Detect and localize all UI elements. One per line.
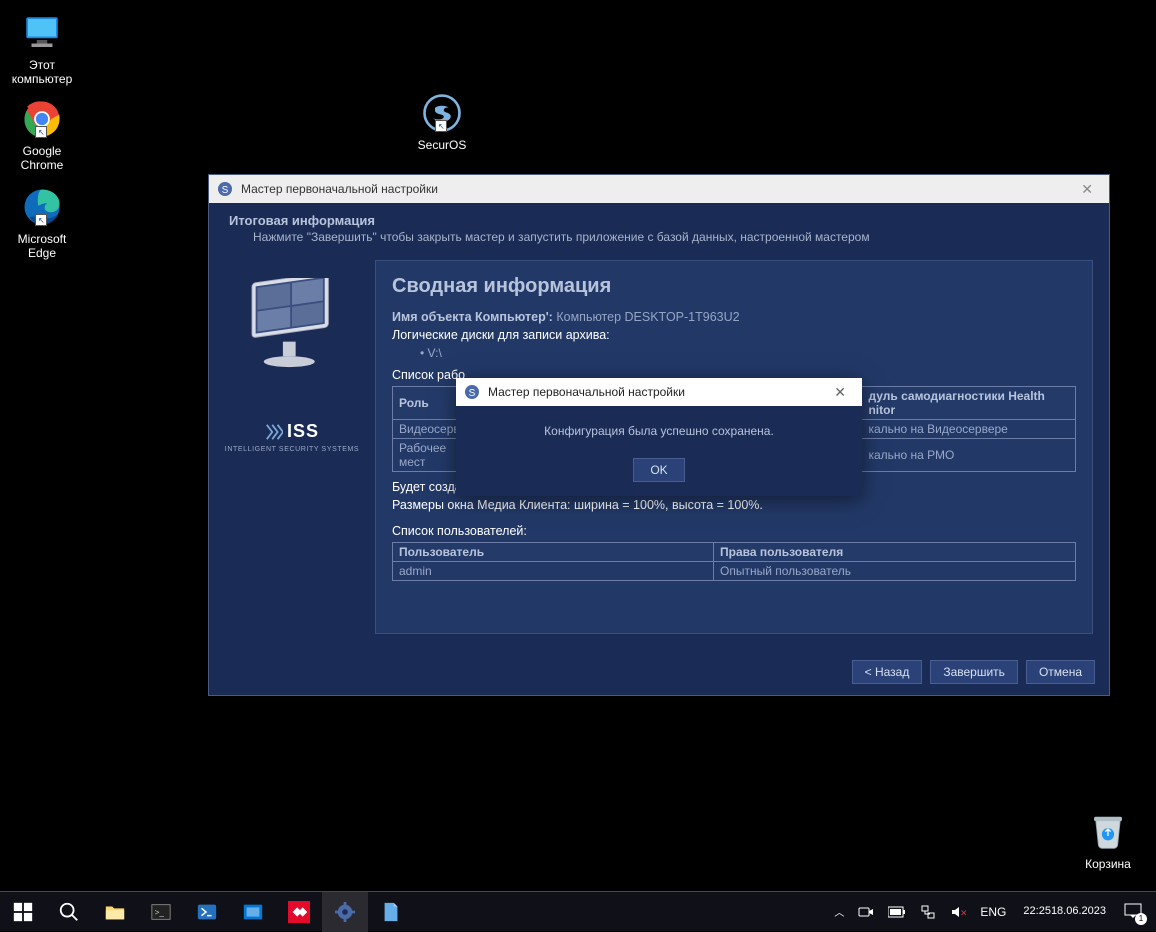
svg-text:>_: >_	[155, 907, 165, 916]
close-icon[interactable]: ✕	[826, 384, 854, 401]
taskbar-explorer[interactable]	[92, 892, 138, 932]
recycle-bin-icon	[1087, 808, 1129, 850]
search-button[interactable]	[46, 892, 92, 932]
taskbar-powershell[interactable]	[184, 892, 230, 932]
svg-text:S: S	[469, 388, 476, 399]
wizard-header-title: Итоговая информация	[229, 213, 1089, 228]
users-label: Список пользователей:	[392, 524, 1076, 538]
wizard-header-desc: Нажмите "Завершить" чтобы закрыть мастер…	[229, 230, 1089, 244]
icon-label: Корзина	[1070, 857, 1146, 871]
tray-meet-now[interactable]	[853, 892, 879, 932]
table-row: adminОпытный пользователь	[393, 562, 1076, 581]
taskbar-app-2[interactable]	[368, 892, 414, 932]
shortcut-arrow-icon	[35, 214, 47, 226]
chevron-up-icon: ︿	[834, 904, 844, 919]
wizard-header: Итоговая информация Нажмите "Завершить" …	[209, 203, 1109, 254]
icon-label: SecurOS	[404, 138, 480, 152]
taskbar-cmd[interactable]: >_	[138, 892, 184, 932]
dialog-message: Конфигурация была успешно сохранена.	[466, 424, 852, 438]
anydesk-icon	[288, 901, 310, 923]
terminal-icon: >_	[150, 901, 172, 923]
clock-date: 18.06.2023	[1051, 905, 1106, 918]
brand-tagline: INTELLIGENT SECURITY SYSTEMS	[209, 446, 375, 453]
folder-icon	[104, 901, 126, 923]
desktop-icon-this-pc[interactable]: Этоткомпьютер	[4, 12, 80, 86]
taskbar: >_ ︿ ✕ ENG 22:25 18.06.2023	[0, 891, 1156, 931]
document-icon	[380, 901, 402, 923]
search-icon	[58, 901, 80, 923]
desktop-icon-edge[interactable]: MicrosoftEdge	[4, 186, 80, 260]
icon-label: GoogleChrome	[4, 144, 80, 172]
network-icon	[920, 904, 936, 920]
media-client-note-2: Размеры окна Медиа Клиента: ширина = 100…	[392, 498, 1076, 512]
tray-volume[interactable]: ✕	[945, 892, 971, 932]
wizard-sidebar: ISS INTELLIGENT SECURITY SYSTEMS	[209, 254, 375, 634]
ok-button[interactable]: OK	[633, 458, 684, 482]
app-icon	[242, 901, 264, 923]
svg-text:S: S	[222, 185, 229, 196]
desktop-icon-chrome[interactable]: GoogleChrome	[4, 98, 80, 172]
monitor-illustration	[232, 278, 352, 378]
dialog-title: Мастер первоначальной настройки	[488, 385, 685, 399]
powershell-icon	[196, 901, 218, 923]
securos-icon	[421, 92, 463, 134]
svg-text:✕: ✕	[960, 908, 966, 918]
confirmation-dialog: S Мастер первоначальной настройки ✕ Конф…	[456, 378, 862, 496]
summary-title: Сводная информация	[392, 275, 1076, 298]
battery-icon	[888, 906, 906, 918]
desktop-icon-securos[interactable]: SecurOS	[404, 92, 480, 152]
taskbar-anydesk[interactable]	[276, 892, 322, 932]
close-icon[interactable]: ✕	[1073, 181, 1101, 198]
window-title: Мастер первоначальной настройки	[241, 182, 438, 196]
wizard-titlebar[interactable]: S Мастер первоначальной настройки ✕	[209, 175, 1109, 203]
finish-button[interactable]: Завершить	[930, 660, 1018, 684]
start-button[interactable]	[0, 892, 46, 932]
tray-overflow[interactable]: ︿	[829, 892, 849, 932]
taskbar-securos-wizard[interactable]	[322, 892, 368, 932]
computer-name-label: Имя объекта Компьютер':	[392, 310, 553, 324]
icon-label: MicrosoftEdge	[4, 232, 80, 260]
system-tray: ︿ ✕ ENG 22:25 18.06.2023 1	[823, 892, 1156, 932]
tray-network[interactable]	[915, 892, 941, 932]
notification-badge: 1	[1135, 913, 1147, 925]
dialog-app-icon: S	[464, 384, 480, 400]
tray-clock[interactable]: 22:25 18.06.2023	[1015, 892, 1114, 932]
gear-icon	[334, 901, 356, 923]
wizard-footer: < Назад Завершить Отмена	[209, 649, 1109, 695]
computer-icon	[21, 12, 63, 54]
table-header: Права пользователя	[714, 543, 1076, 562]
drive-value: V:\	[428, 346, 442, 360]
users-table: ПользовательПрава пользователя adminОпыт…	[392, 542, 1076, 581]
tray-language[interactable]: ENG	[975, 892, 1011, 932]
taskbar-app-1[interactable]	[230, 892, 276, 932]
windows-icon	[12, 901, 34, 923]
brand-name: ISS	[287, 421, 319, 442]
icon-label: Этоткомпьютер	[4, 58, 80, 86]
table-header: Пользователь	[393, 543, 714, 562]
edge-icon	[21, 186, 63, 228]
computer-name-value: Компьютер DESKTOP-1T963U2	[556, 310, 739, 324]
iss-logo-icon	[265, 423, 283, 441]
shortcut-arrow-icon	[435, 120, 447, 132]
shortcut-arrow-icon	[35, 126, 47, 138]
drives-label: Логические диски для записи архива:	[392, 328, 1076, 342]
meet-now-icon	[858, 904, 874, 920]
volume-mute-icon: ✕	[950, 904, 966, 920]
back-button[interactable]: < Назад	[852, 660, 923, 684]
wizard-app-icon: S	[217, 181, 233, 197]
dialog-titlebar[interactable]: S Мастер первоначальной настройки ✕	[456, 378, 862, 406]
tray-battery[interactable]	[883, 892, 911, 932]
desktop-icon-recycle-bin[interactable]: Корзина	[1070, 808, 1146, 871]
clock-time: 22:25	[1023, 905, 1051, 918]
cancel-button[interactable]: Отмена	[1026, 660, 1095, 684]
chrome-icon	[21, 98, 63, 140]
table-header: дуль самодиагностики Healthnitor	[862, 387, 1076, 420]
tray-action-center[interactable]: 1	[1118, 892, 1150, 932]
